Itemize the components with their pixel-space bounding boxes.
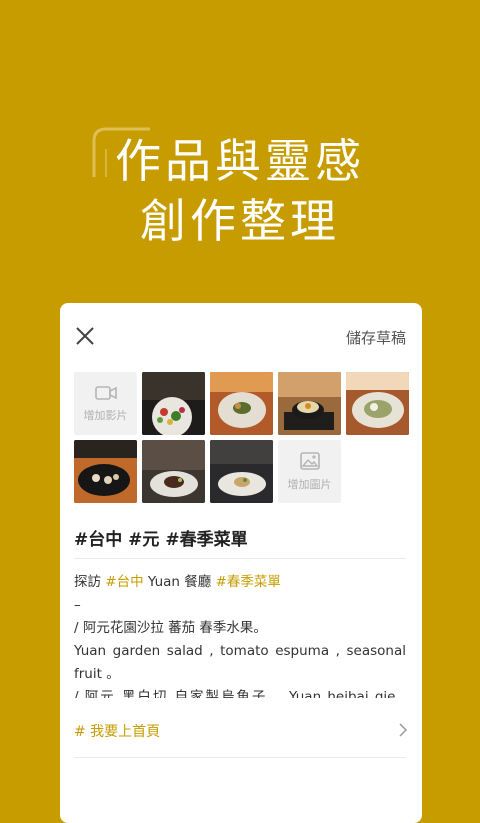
post-tags-title[interactable]: #台中 #元 #春季菜單 [74,525,248,550]
hero-title-line-2: 創作整理 [140,194,340,248]
video-camera-icon [94,385,117,400]
body-line-2: – [74,597,81,613]
photo-thumbnail-1[interactable] [142,372,205,435]
photo-thumbnail-4[interactable] [346,372,409,435]
photo-thumbnail-3[interactable] [278,372,341,435]
add-image-button[interactable]: 增加圖片 [278,440,341,503]
photo-thumbnail-7[interactable] [210,440,273,503]
homepage-submit-row[interactable]: # 我要上首頁 [74,718,408,742]
image-icon [299,451,320,470]
body-line-6: / 阿元 黑白切 自家製烏魚子。 Yuan heibai qie , [74,689,406,698]
divider [74,558,406,559]
body-line-5: fruit 。 [74,666,120,682]
close-icon[interactable] [74,325,96,347]
body-line-4: Yuan garden salad , tomato espuma , seas… [74,643,406,659]
body-line-3: / 阿元花園沙拉 蕃茄 春季水果。 [74,620,267,636]
post-editor-card: 儲存草稿 增加影片 增加圖片 #台中 #元 #春季菜單 探訪 #台中 Yuan … [60,303,422,823]
add-video-button[interactable]: 增加影片 [74,372,137,435]
photo-thumbnail-5[interactable] [74,440,137,503]
chevron-right-icon [399,723,408,737]
add-image-label: 增加圖片 [287,477,332,491]
add-video-label: 增加影片 [83,408,128,422]
hashtag-taichung[interactable]: #台中 [105,574,143,590]
homepage-link-label: # 我要上首頁 [74,724,161,740]
photo-thumbnail-2[interactable] [210,372,273,435]
body-text-prefix: 探訪 [74,574,106,590]
save-draft-button[interactable]: 儲存草稿 [346,327,406,348]
hero-title-line-1: 作品與靈感 [115,134,365,188]
divider [74,757,406,758]
body-text-mid: Yuan 餐廳 [143,574,216,590]
photo-thumbnail-6[interactable] [142,440,205,503]
post-body-text[interactable]: 探訪 #台中 Yuan 餐廳 #春季菜單 – / 阿元花園沙拉 蕃茄 春季水果。… [74,571,406,698]
hashtag-spring-menu[interactable]: #春季菜單 [216,574,281,590]
